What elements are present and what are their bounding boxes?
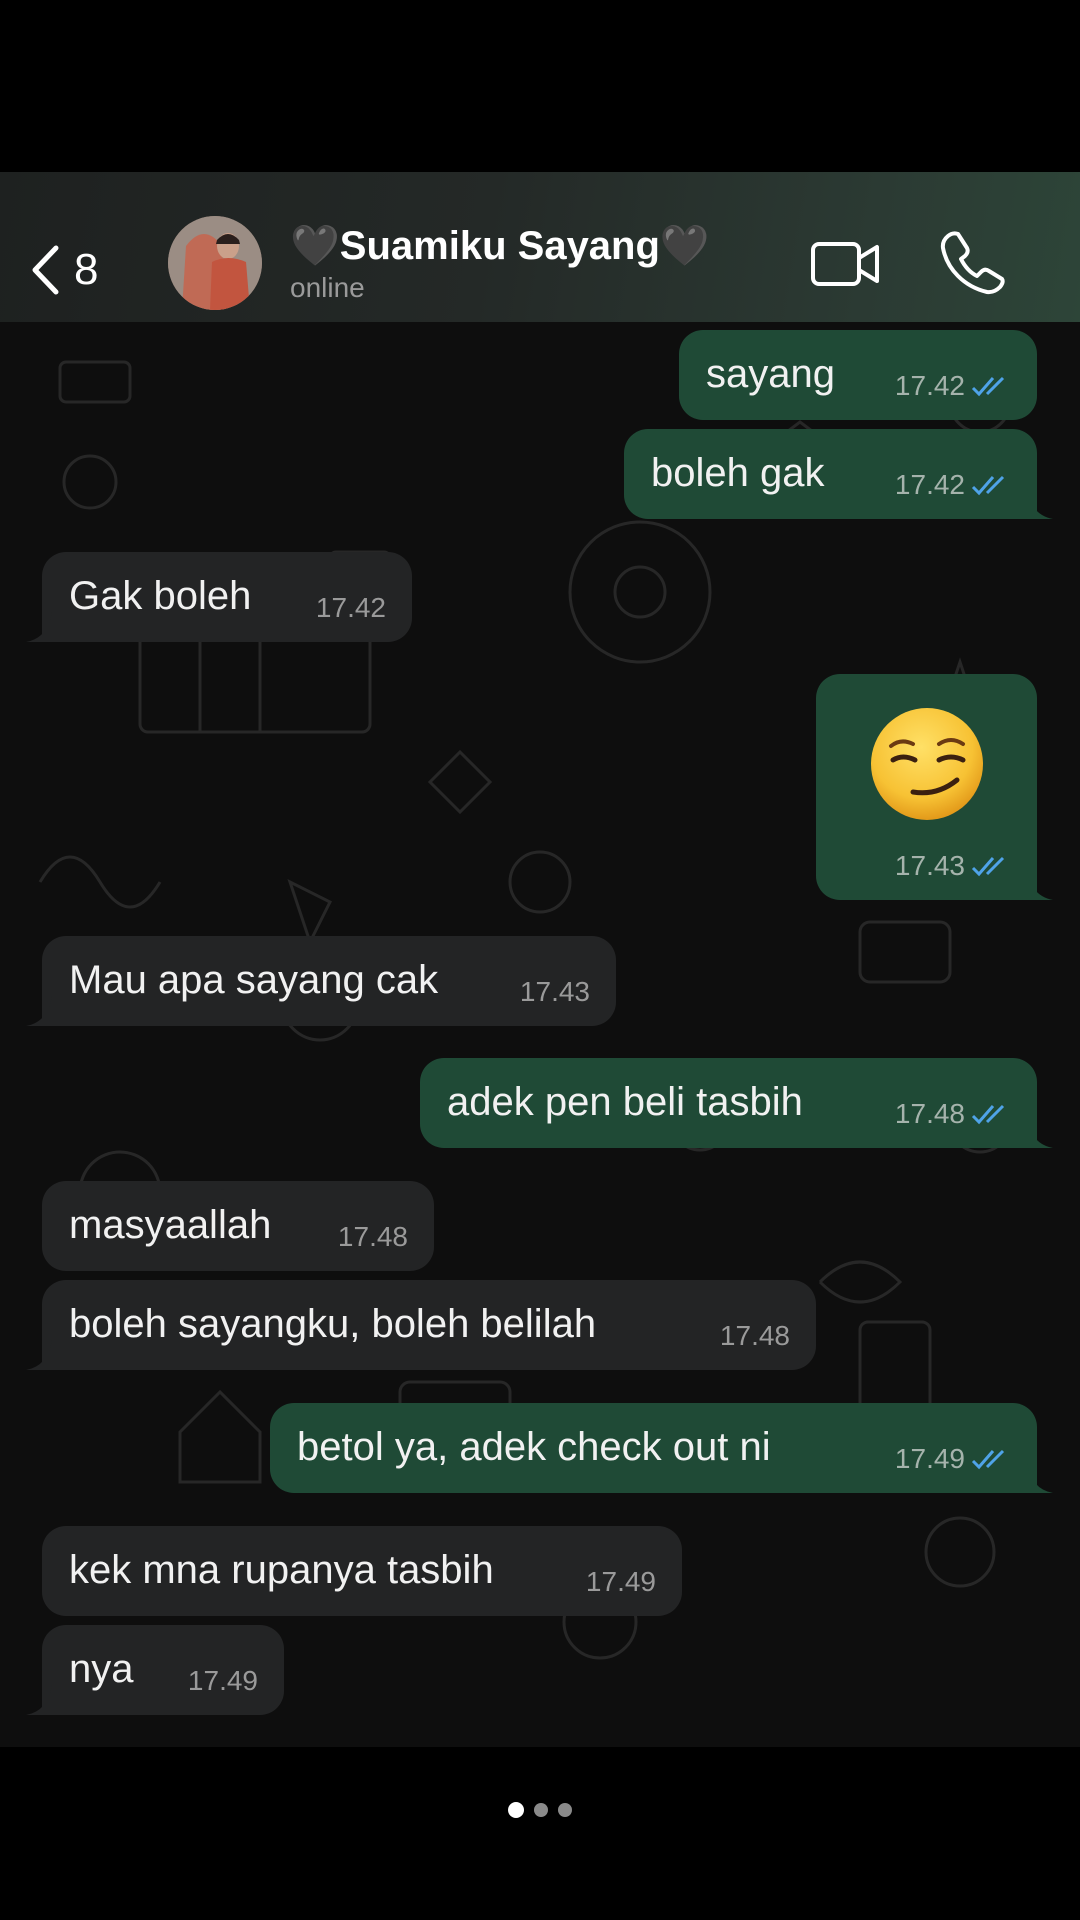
message-text: Mau apa sayang cak <box>69 958 439 1002</box>
video-camera-icon <box>811 242 879 286</box>
contact-status: online <box>290 272 365 303</box>
bubble-tail <box>1027 1118 1053 1148</box>
page-indicator[interactable] <box>0 1798 1080 1822</box>
phone-icon <box>940 231 1005 295</box>
message-time: 17.42 <box>894 469 965 500</box>
outgoing-message[interactable]: sayang 17.42 <box>679 330 1037 420</box>
outgoing-message[interactable]: adek pen beli tasbih 17.48 <box>420 1058 1053 1148</box>
message-text: adek pen beli tasbih <box>447 1080 803 1124</box>
message-text: nya <box>69 1647 134 1691</box>
unread-count: 8 <box>74 245 99 294</box>
message-meta: 17.42 <box>316 584 386 632</box>
video-call-button[interactable] <box>810 228 882 300</box>
outgoing-message[interactable]: betol ya, adek check out ni 17.49 <box>270 1403 1053 1493</box>
message-meta: 17.43 <box>895 842 1013 890</box>
message-time: 17.42 <box>894 370 965 401</box>
message-time: 17.43 <box>894 850 965 881</box>
bubble-tail <box>26 996 52 1026</box>
bubble-tail <box>1027 489 1053 519</box>
message-meta: 17.49 <box>586 1558 656 1606</box>
double-check-icon <box>971 475 1005 496</box>
message-meta: 17.42 <box>895 461 1013 509</box>
bubble-tail <box>26 1340 52 1370</box>
message-time: 17.49 <box>585 1566 656 1597</box>
message-text: sayang <box>706 352 835 396</box>
message-text: masyaallah <box>69 1203 272 1247</box>
message-time: 17.42 <box>315 592 386 623</box>
incoming-message[interactable]: boleh sayangku, boleh belilah 17.48 <box>26 1280 816 1370</box>
chat-area[interactable]: sayang 17.42 boleh gak 17.42 Gak boleh 1… <box>0 322 1080 1747</box>
message-meta: 17.48 <box>895 1090 1013 1138</box>
double-check-icon <box>971 856 1005 877</box>
message-time: 17.49 <box>187 1665 258 1696</box>
message-meta: 17.42 <box>895 362 1013 410</box>
message-text: boleh gak <box>651 451 825 495</box>
message-text: betol ya, adek check out ni <box>297 1425 771 1469</box>
smirking-face-emoji <box>870 708 983 820</box>
page-dot[interactable] <box>534 1803 548 1817</box>
message-meta: 17.48 <box>720 1312 790 1360</box>
message-meta: 17.49 <box>895 1435 1013 1483</box>
message-text: boleh sayangku, boleh belilah <box>69 1302 597 1346</box>
incoming-message[interactable]: kek mna rupanya tasbih 17.49 <box>42 1526 682 1616</box>
outgoing-emoji-message[interactable]: 17.43 <box>816 674 1053 900</box>
message-text: kek mna rupanya tasbih <box>69 1548 494 1592</box>
message-time: 17.48 <box>337 1221 408 1252</box>
message-meta: 17.43 <box>520 968 590 1016</box>
avatar-photo <box>168 216 262 310</box>
voice-call-button[interactable] <box>938 226 1010 298</box>
outgoing-message[interactable]: boleh gak 17.42 <box>624 429 1053 519</box>
back-button[interactable]: 8 <box>30 238 140 302</box>
page-dot-active[interactable] <box>508 1802 524 1818</box>
bubble-tail <box>26 1685 52 1715</box>
message-time: 17.49 <box>894 1443 965 1474</box>
chat-header: 8 🖤Suamiku Sayang🖤 online <box>0 172 1080 322</box>
double-check-icon <box>971 376 1005 397</box>
screen: 8 🖤Suamiku Sayang🖤 online sayang 17.42 b… <box>0 0 1080 1920</box>
message-time: 17.48 <box>719 1320 790 1351</box>
message-time: 17.48 <box>894 1098 965 1129</box>
incoming-message[interactable]: masyaallah 17.48 <box>42 1181 434 1271</box>
contact-name[interactable]: 🖤Suamiku Sayang🖤 <box>290 222 710 269</box>
incoming-message[interactable]: nya 17.49 <box>26 1625 284 1715</box>
message-meta: 17.49 <box>188 1657 258 1705</box>
message-time: 17.43 <box>519 976 590 1007</box>
incoming-message[interactable]: Gak boleh 17.42 <box>26 552 412 642</box>
double-check-icon <box>971 1104 1005 1125</box>
avatar[interactable] <box>168 216 262 310</box>
double-check-icon <box>971 1449 1005 1470</box>
incoming-message[interactable]: Mau apa sayang cak 17.43 <box>26 936 616 1026</box>
bubble-tail <box>1027 1463 1053 1493</box>
message-text: Gak boleh <box>69 574 252 618</box>
page-dot[interactable] <box>558 1803 572 1817</box>
bubble-tail <box>26 612 52 642</box>
bubble-tail <box>1027 870 1053 900</box>
message-meta: 17.48 <box>338 1213 408 1261</box>
chevron-left-icon <box>32 245 59 295</box>
